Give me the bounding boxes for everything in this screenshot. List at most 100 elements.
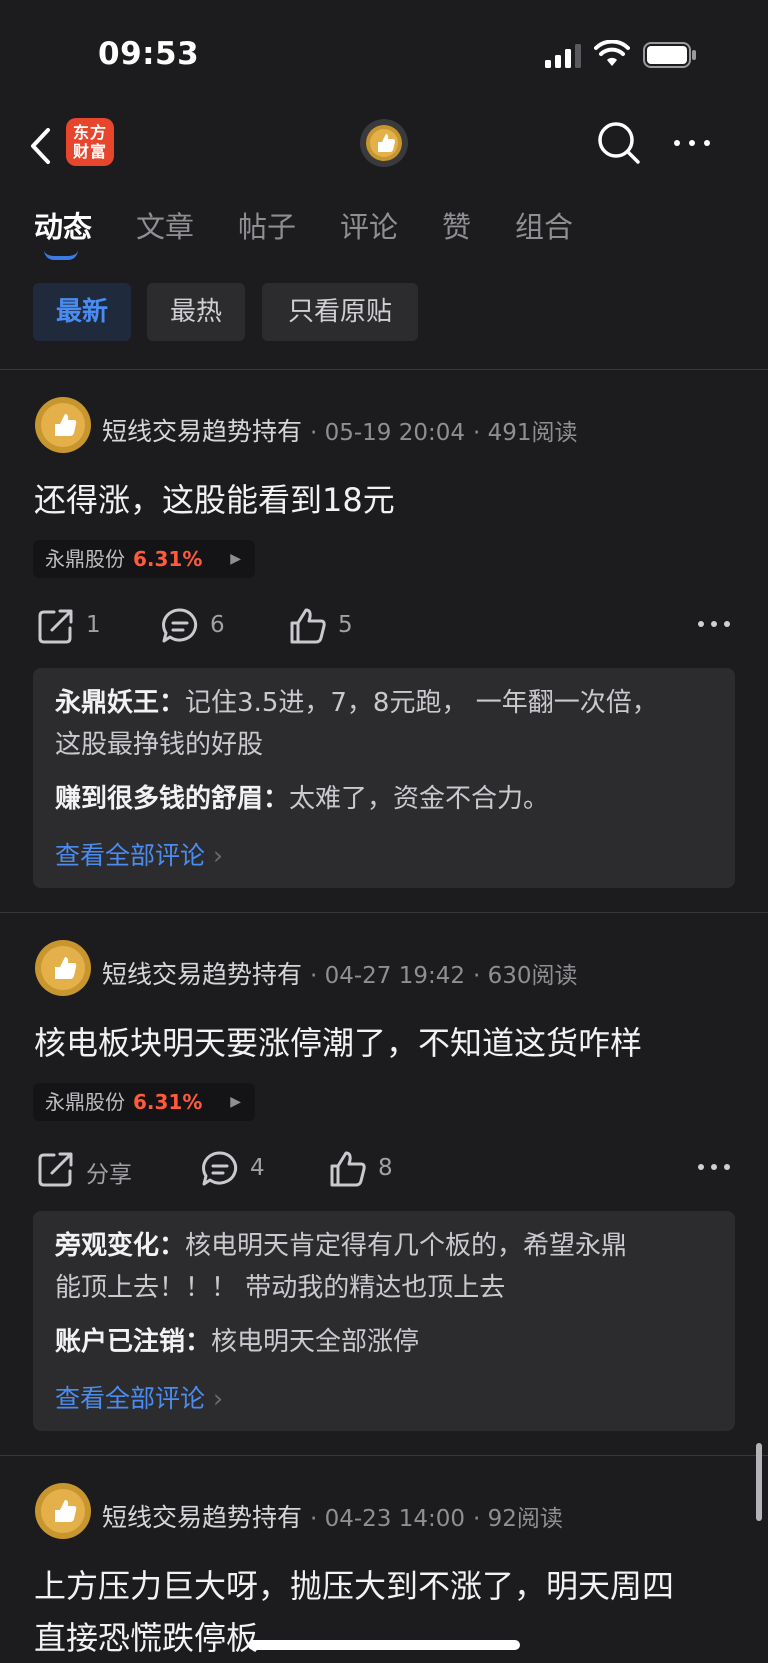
tab-comments[interactable]: 评论: [340, 204, 398, 246]
wifi-icon: [594, 40, 630, 66]
filter-latest[interactable]: 最新: [33, 283, 131, 341]
search-icon[interactable]: [596, 120, 642, 166]
logo-line-2: 财富: [72, 142, 107, 161]
commenter-name[interactable]: 赚到很多钱的舒眉: [55, 784, 263, 814]
back-arrow-icon[interactable]: [26, 124, 56, 168]
comment-icon: [202, 1151, 238, 1186]
read-count: 92阅读: [487, 1506, 563, 1532]
stock-change: 6.31%: [133, 547, 203, 571]
like-count: 5: [338, 612, 353, 638]
comment-sep: ：: [159, 1231, 186, 1261]
author-name[interactable]: 短线交易趋势持有: [102, 1503, 302, 1532]
share-icon: [38, 1152, 73, 1187]
post-text[interactable]: 还得涨，这股能看到18元: [34, 476, 395, 524]
share-icon: [38, 609, 73, 644]
battery-icon: [643, 42, 696, 68]
post-date: 04-23 14:00: [324, 1506, 466, 1532]
play-arrow-icon: ▶: [230, 1094, 241, 1110]
filter-original-only[interactable]: 只看原贴: [262, 283, 418, 341]
tab-posts[interactable]: 帖子: [238, 204, 296, 246]
read-count: 491阅读: [487, 420, 578, 446]
post-date: 04-27 19:42: [324, 963, 466, 989]
play-arrow-icon: ▶: [230, 551, 241, 567]
comment-line: 旁观变化：核电明天肯定得有几个板的，希望永鼎: [55, 1225, 627, 1267]
comment-text: 核电明天全部涨停: [211, 1327, 420, 1357]
thumbs-up-icon: [330, 1151, 366, 1187]
logo-line-1: 东方: [72, 123, 107, 142]
filter-hot[interactable]: 最热: [147, 283, 245, 341]
post-more-icon[interactable]: [696, 618, 732, 630]
post-text[interactable]: 上方压力巨大呀，抛压大到不涨了，明天周四: [34, 1562, 674, 1610]
comment-line: 永鼎妖王：记住3.5进，7，8元跑， 一年翻一次倍，: [55, 682, 658, 724]
post-text[interactable]: 核电板块明天要涨停潮了，不知道这货咋样: [34, 1019, 642, 1067]
author-name[interactable]: 短线交易趋势持有: [102, 960, 302, 989]
view-all-label: 查看全部评论: [55, 841, 206, 870]
view-all-comments-link[interactable]: 查看全部评论 ›: [55, 836, 223, 872]
comment-icon: [162, 608, 198, 643]
share-button[interactable]: 分享: [36, 1149, 146, 1189]
post-text-cont[interactable]: 直接恐慌跌停板: [34, 1614, 258, 1662]
post-card[interactable]: 短线交易趋势持有 · 05-19 20:04 · 491阅读 还得涨，这股能看到…: [0, 370, 768, 912]
chevron-right-icon: ›: [205, 841, 223, 870]
commenter-name[interactable]: 旁观变化: [55, 1231, 159, 1261]
comment-text: 记住3.5进，7，8元跑， 一年翻一次倍，: [185, 688, 658, 718]
comment-preview[interactable]: 永鼎妖王：记住3.5进，7，8元跑， 一年翻一次倍， 这股最挣钱的好股 赚到很多…: [33, 668, 735, 888]
home-indicator[interactable]: [248, 1640, 520, 1650]
chevron-right-icon: ›: [205, 1384, 223, 1413]
comment-text: 太难了，资金不合力。: [289, 784, 550, 814]
share-label: 分享: [86, 1162, 132, 1188]
share-count: 1: [86, 612, 101, 638]
user-avatar[interactable]: [359, 118, 409, 168]
author-name[interactable]: 短线交易趋势持有: [102, 417, 302, 446]
comment-line: 赚到很多钱的舒眉：太难了，资金不合力。: [55, 778, 549, 820]
thumbs-up-icon: [290, 608, 326, 644]
author-avatar[interactable]: [34, 939, 92, 997]
post-card[interactable]: 短线交易趋势持有 · 04-27 19:42 · 630阅读 核电板块明天要涨停…: [0, 913, 768, 1455]
nav-bar: 东方 财富: [0, 110, 768, 190]
comment-line: 账户已注销：核电明天全部涨停: [55, 1321, 419, 1363]
comment-count: 6: [210, 612, 225, 638]
view-all-label: 查看全部评论: [55, 1384, 206, 1413]
stock-tag[interactable]: 永鼎股份 6.31% ▶: [33, 540, 255, 578]
tab-bar: 动态 文章 帖子 评论 赞 组合: [0, 190, 768, 270]
tab-portfolios[interactable]: 组合: [515, 204, 573, 246]
view-all-comments-link[interactable]: 查看全部评论 ›: [55, 1379, 223, 1415]
comment-sep: ：: [159, 688, 186, 718]
like-button[interactable]: 5: [288, 606, 378, 646]
post-more-icon[interactable]: [696, 1161, 732, 1173]
comment-button[interactable]: 4: [200, 1149, 290, 1189]
comment-preview[interactable]: 旁观变化：核电明天肯定得有几个板的，希望永鼎 能顶上去！！！ 带动我的精达也顶上…: [33, 1211, 735, 1431]
post-meta: 短线交易趋势持有 · 05-19 20:04 · 491阅读: [102, 417, 578, 446]
comment-line-cont: 这股最挣钱的好股: [55, 730, 264, 760]
more-options-icon[interactable]: [672, 128, 712, 158]
commenter-name[interactable]: 账户已注销: [55, 1327, 185, 1357]
author-avatar[interactable]: [34, 1482, 92, 1540]
post-meta: 短线交易趋势持有 · 04-23 14:00 · 92阅读: [102, 1503, 563, 1532]
tab-likes[interactable]: 赞: [442, 204, 471, 246]
tab-articles[interactable]: 文章: [136, 204, 194, 246]
cellular-signal-icon: [545, 44, 581, 68]
status-bar: 09:53: [0, 0, 768, 110]
comment-text: 核电明天肯定得有几个板的，希望永鼎: [185, 1231, 628, 1261]
post-date: 05-19 20:04: [324, 420, 466, 446]
comment-sep: ：: [263, 784, 290, 814]
page: 09:53 东方 财富 动态 文章 帖子 评论 赞 组合 最新 最热 只看原贴 …: [0, 0, 768, 1663]
read-count: 630阅读: [487, 963, 578, 989]
stock-tag[interactable]: 永鼎股份 6.31% ▶: [33, 1083, 255, 1121]
like-button[interactable]: 8: [328, 1149, 418, 1189]
commenter-name[interactable]: 永鼎妖王: [55, 688, 159, 718]
like-count: 8: [378, 1155, 393, 1181]
stock-name: 永鼎股份: [45, 1090, 125, 1114]
comment-button[interactable]: 6: [160, 606, 250, 646]
comment-count: 4: [250, 1155, 265, 1181]
active-tab-indicator: [44, 250, 78, 260]
scrollbar[interactable]: [756, 1443, 762, 1521]
stock-change: 6.31%: [133, 1090, 203, 1114]
author-avatar[interactable]: [34, 396, 92, 454]
app-logo[interactable]: 东方 财富: [66, 118, 114, 166]
tab-dynamics[interactable]: 动态: [34, 204, 92, 246]
stock-name: 永鼎股份: [45, 547, 125, 571]
share-button[interactable]: 1: [36, 606, 126, 646]
post-meta: 短线交易趋势持有 · 04-27 19:42 · 630阅读: [102, 960, 578, 989]
post-card[interactable]: 短线交易趋势持有 · 04-23 14:00 · 92阅读 上方压力巨大呀，抛压…: [0, 1456, 768, 1663]
